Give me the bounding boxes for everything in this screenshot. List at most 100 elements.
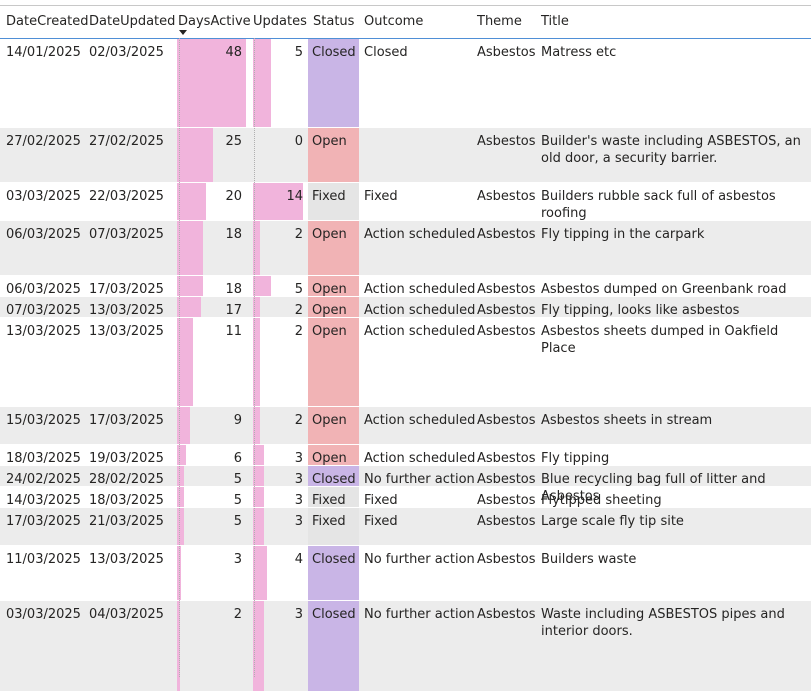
- title-value: Builders rubble sack full of asbestos ro…: [541, 189, 776, 221]
- table-row[interactable]: 03/03/2025 04/03/2025 2 3 Closed No further a…: [0, 601, 811, 692]
- title-value: Builders waste: [541, 552, 637, 567]
- status-badge: Open: [308, 221, 359, 275]
- days-active-value: 6: [233, 451, 242, 466]
- updates-value: 3: [294, 472, 303, 487]
- header-outcome[interactable]: Outcome: [364, 14, 423, 29]
- status-cell: Fixed: [308, 487, 359, 508]
- status-cell: Open: [308, 445, 359, 466]
- updates-cell: 2: [253, 318, 305, 406]
- days-active-cell: 17: [177, 297, 246, 318]
- updates-value: 3: [294, 451, 303, 466]
- status-badge: Fixed: [308, 183, 359, 220]
- days-active-bar: [177, 128, 213, 182]
- table-row[interactable]: 14/01/2025 02/03/2025 48 5 Closed Closed Asbes…: [0, 39, 811, 128]
- table-body: 14/01/2025 02/03/2025 48 5 Closed Closed Asbes…: [0, 39, 811, 692]
- updates-cell: 14: [253, 183, 305, 220]
- table-row[interactable]: 14/03/2025 18/03/2025 5 3 Fixed Fixed Asbestos…: [0, 487, 811, 508]
- date-created-value: 11/03/2025: [6, 552, 81, 567]
- table-row[interactable]: 13/03/2025 13/03/2025 11 2 Open Action schedu…: [0, 318, 811, 407]
- days-active-cell: 2: [177, 601, 246, 691]
- table-row[interactable]: 06/03/2025 17/03/2025 18 5 Open Action schedu…: [0, 276, 811, 297]
- date-updated-value: 19/03/2025: [89, 451, 164, 466]
- updates-value: 4: [294, 552, 303, 567]
- updates-cell: 3: [253, 466, 305, 487]
- header-date-updated[interactable]: DateUpdated: [89, 14, 175, 29]
- theme-value: Asbestos: [477, 282, 536, 297]
- outcome-value: No further action: [364, 552, 475, 567]
- status-value: Open: [312, 303, 347, 318]
- header-theme[interactable]: Theme: [477, 14, 522, 29]
- status-badge: Closed: [308, 39, 359, 127]
- updates-value: 2: [294, 413, 303, 428]
- status-badge: Open: [308, 445, 359, 466]
- header-days-active[interactable]: DaysActive: [178, 14, 251, 29]
- title-value: Fly tipping: [541, 451, 610, 466]
- status-badge: Fixed: [308, 508, 359, 545]
- table-row[interactable]: 27/02/2025 27/02/2025 25 0 Open Asbestos Build…: [0, 128, 811, 183]
- theme-value: Asbestos: [477, 451, 536, 466]
- table-row[interactable]: 24/02/2025 28/02/2025 5 3 Closed No further a…: [0, 466, 811, 504]
- status-value: Fixed: [312, 493, 346, 508]
- theme-value: Asbestos: [477, 189, 536, 204]
- header-updates[interactable]: Updates: [253, 14, 307, 29]
- status-value: Closed: [312, 552, 356, 567]
- table-row[interactable]: 03/03/2025 22/03/2025 20 14 Fixed Fixed Asbest…: [0, 183, 811, 221]
- table-row[interactable]: 15/03/2025 17/03/2025 9 2 Open Action schedul…: [0, 407, 811, 445]
- days-active-value: 5: [233, 514, 242, 529]
- table-row[interactable]: 17/03/2025 21/03/2025 5 3 Fixed Fixed Asbestos…: [0, 508, 811, 546]
- days-active-cell: 5: [177, 466, 246, 487]
- updates-value: 3: [294, 514, 303, 529]
- days-active-value: 5: [233, 493, 242, 508]
- status-badge: Closed: [308, 546, 359, 600]
- table-row[interactable]: 06/03/2025 07/03/2025 18 2 Open Action schedu…: [0, 221, 811, 276]
- theme-value: Asbestos: [477, 303, 536, 318]
- title-cell: Asbestos dumped on Greenbank road: [541, 276, 809, 297]
- header-title[interactable]: Title: [541, 14, 569, 29]
- days-active-cell: 3: [177, 546, 246, 600]
- table-row[interactable]: 18/03/2025 19/03/2025 6 3 Open Action schedul…: [0, 445, 811, 466]
- title-cell: Fly tipping, looks like asbestos: [541, 297, 809, 318]
- days-active-cell: 5: [177, 487, 246, 508]
- outcome-value: Fixed: [364, 189, 398, 204]
- theme-value: Asbestos: [477, 514, 536, 529]
- status-value: Open: [312, 451, 347, 466]
- days-active-bar: [177, 276, 203, 296]
- header-date-created[interactable]: DateCreated: [6, 14, 89, 29]
- theme-value: Asbestos: [477, 493, 536, 508]
- status-cell: Open: [308, 221, 359, 275]
- title-value: Matress etc: [541, 45, 617, 60]
- days-active-value: 3: [233, 552, 242, 567]
- date-created-value: 15/03/2025: [6, 413, 81, 428]
- status-value: Closed: [312, 45, 356, 60]
- date-created-value: 17/03/2025: [6, 514, 81, 529]
- status-badge: Open: [308, 128, 359, 182]
- days-active-value: 48: [225, 45, 242, 60]
- status-value: Open: [312, 282, 347, 297]
- status-value: Closed: [312, 472, 356, 487]
- updates-value: 2: [294, 227, 303, 242]
- table-row[interactable]: 11/03/2025 13/03/2025 3 4 Closed No further a…: [0, 546, 811, 601]
- days-active-cell: 25: [177, 128, 246, 182]
- title-cell: Blue recycling bag full of litter and As…: [541, 466, 809, 504]
- date-updated-value: 07/03/2025: [89, 227, 164, 242]
- status-cell: Closed: [308, 466, 359, 487]
- table-row[interactable]: 07/03/2025 13/03/2025 17 2 Open Action schedu…: [0, 297, 811, 318]
- days-active-cell: 48: [177, 39, 246, 127]
- status-cell: Closed: [308, 39, 359, 127]
- date-created-value: 13/03/2025: [6, 324, 81, 339]
- status-cell: Open: [308, 407, 359, 444]
- updates-cell: 5: [253, 39, 305, 127]
- chevron-down-icon[interactable]: [179, 30, 187, 35]
- title-cell: Flytipped sheeting: [541, 487, 809, 508]
- days-active-value: 20: [225, 189, 242, 204]
- status-value: Open: [312, 324, 347, 339]
- title-cell: Matress etc: [541, 39, 809, 127]
- status-value: Open: [312, 413, 347, 428]
- date-updated-value: 22/03/2025: [89, 189, 164, 204]
- date-created-value: 14/01/2025: [6, 45, 81, 60]
- header-status[interactable]: Status: [313, 14, 354, 29]
- date-updated-value: 17/03/2025: [89, 413, 164, 428]
- status-badge: Closed: [308, 601, 359, 691]
- date-updated-value: 27/02/2025: [89, 134, 164, 149]
- table-header: DateCreated DateUpdated DaysActive Updat…: [0, 6, 811, 39]
